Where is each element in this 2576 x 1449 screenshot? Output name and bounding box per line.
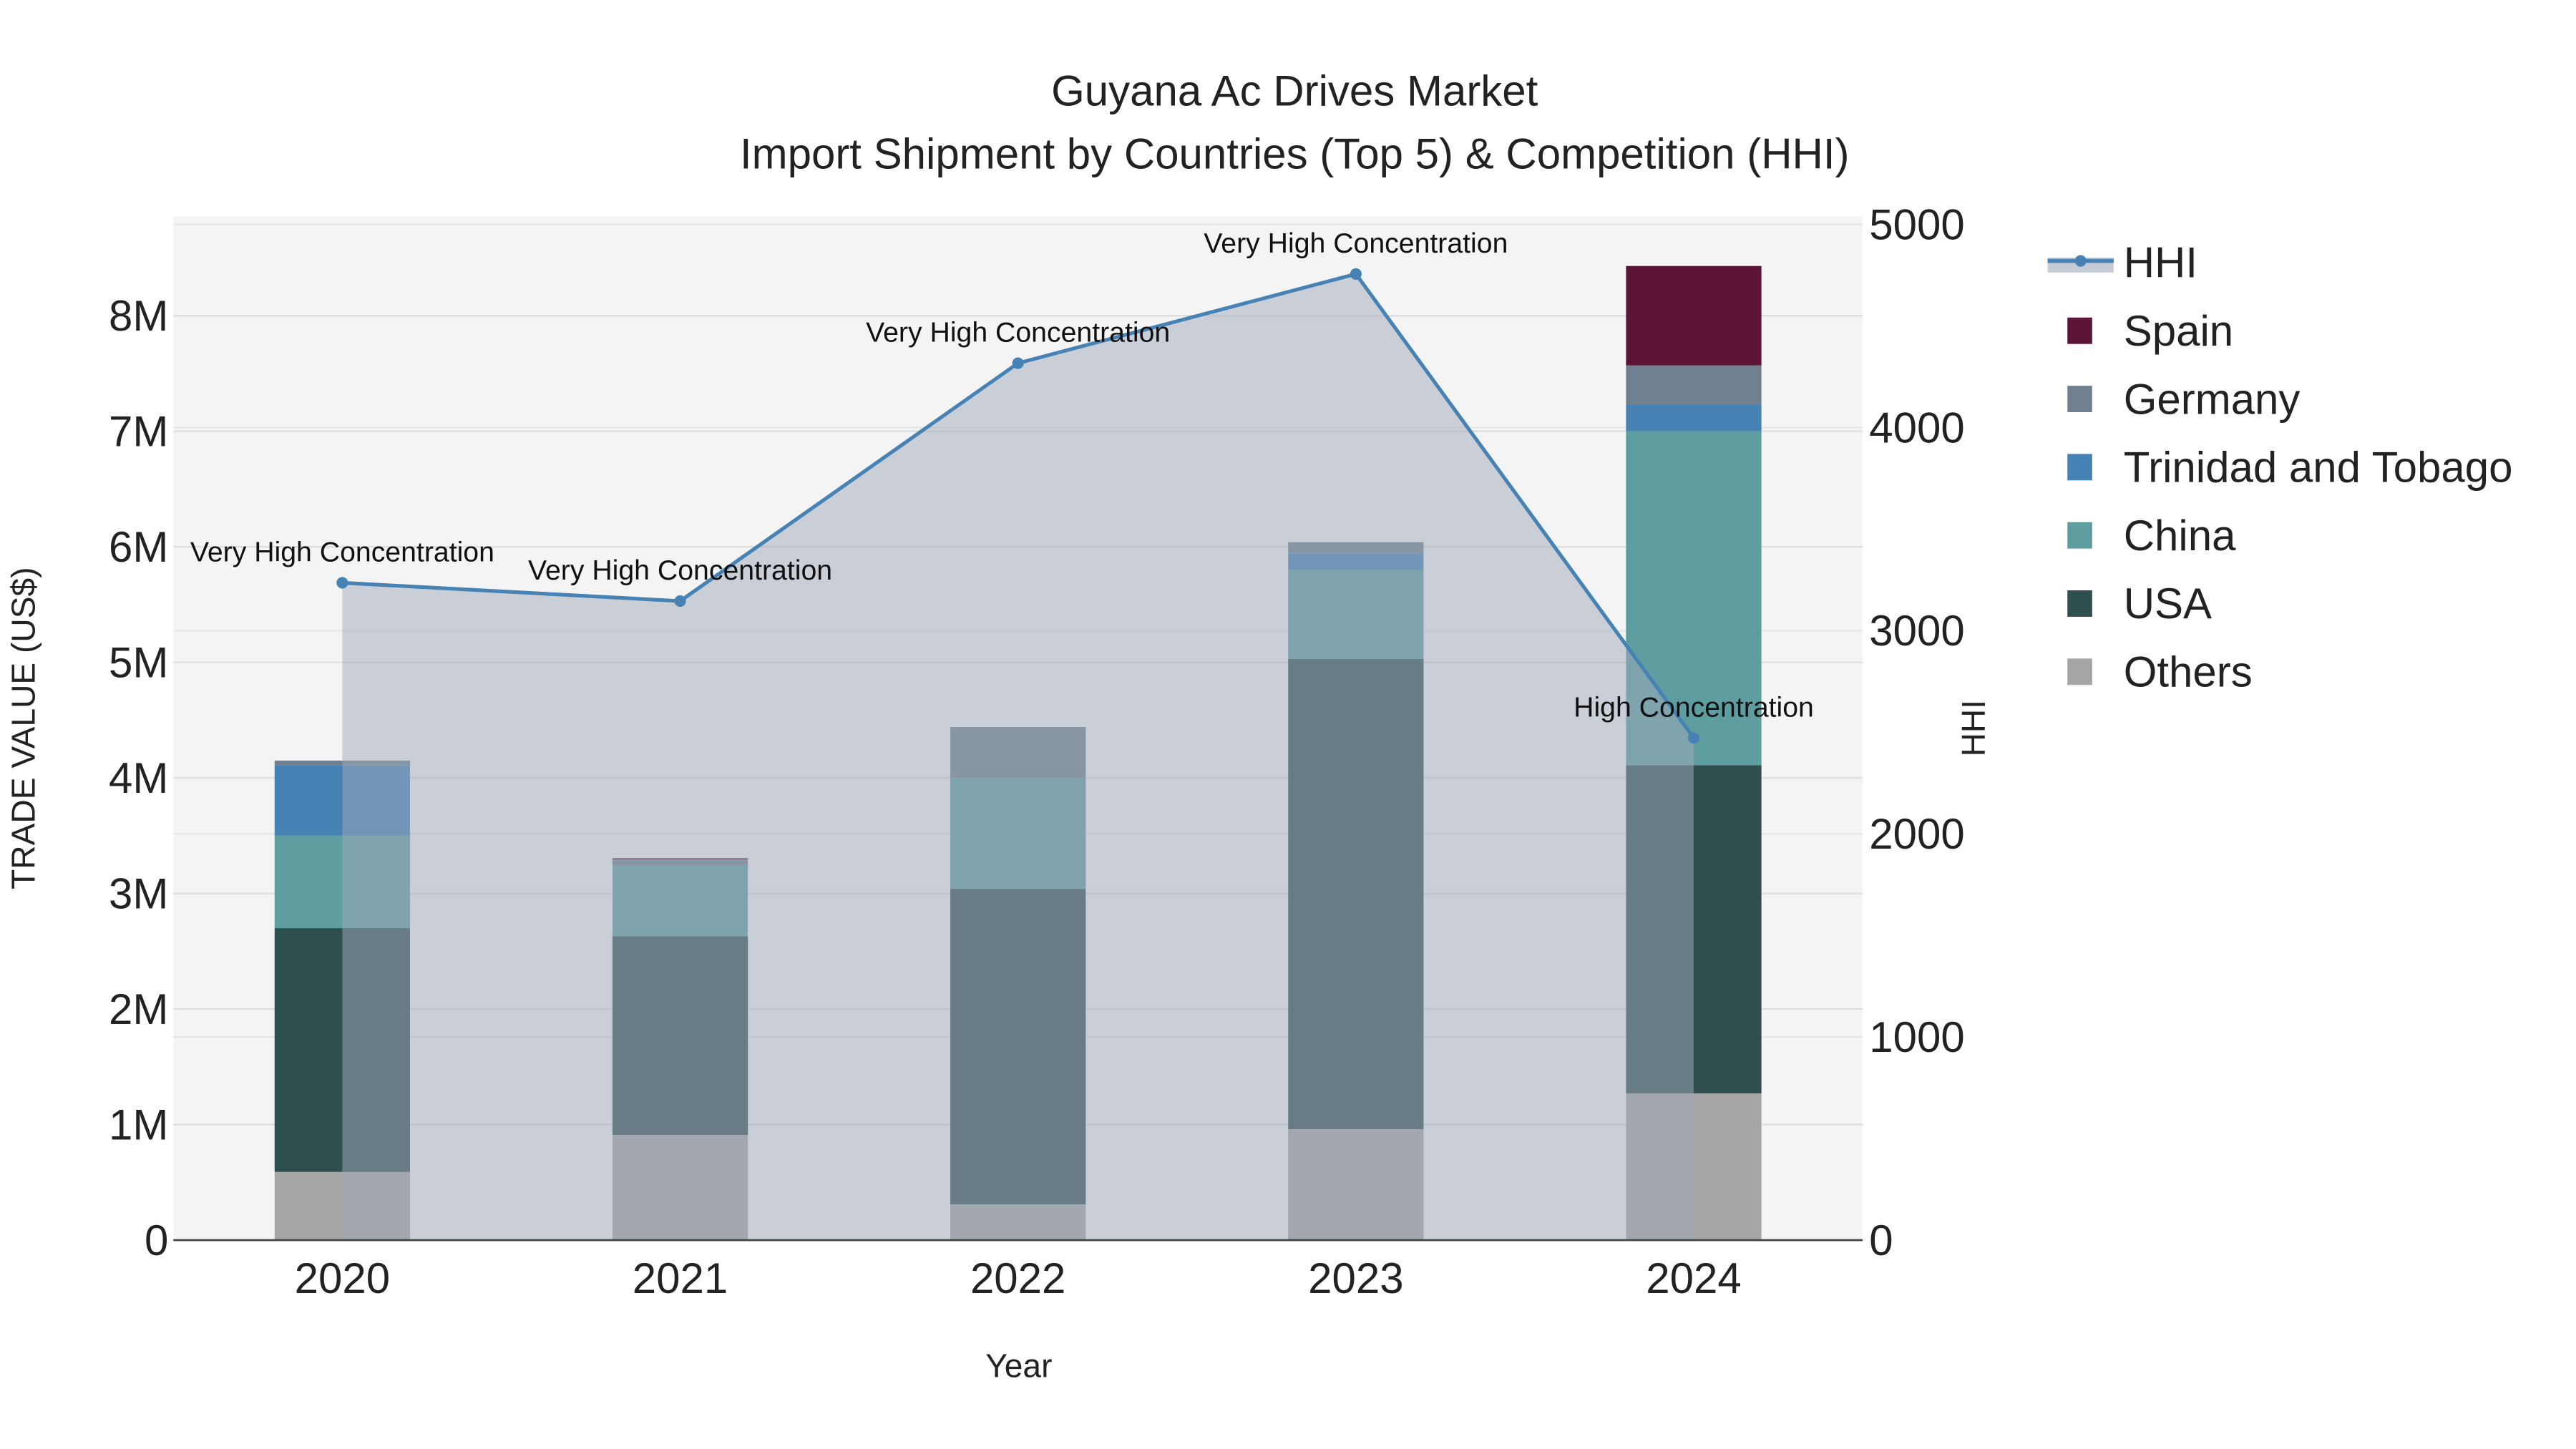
hhi-point-2021[interactable] (674, 595, 686, 608)
x-tick-label: 2021 (633, 1254, 728, 1302)
y2-tick-label: 5000 (1869, 200, 1964, 248)
y-tick-label: 3M (109, 869, 168, 917)
legend-swatch-trinidad-and-tobago (2067, 454, 2092, 481)
legend-swatch-china (2067, 522, 2092, 549)
y-tick-label: 0 (145, 1216, 168, 1264)
chart-subtitle: Import Shipment by Countries (Top 5) & C… (740, 130, 1850, 177)
hhi-annotation: Very High Concentration (1204, 228, 1508, 259)
hhi-point-2023[interactable] (1350, 268, 1362, 280)
x-axis-label: Year (985, 1347, 1052, 1385)
legend-swatch-germany (2067, 386, 2092, 412)
hhi-annotation: High Concentration (1574, 691, 1814, 723)
hhi-point-2024[interactable] (1687, 732, 1700, 744)
y-tick-label: 5M (109, 638, 168, 686)
y-tick-label: 2M (109, 985, 168, 1033)
legend-label-spain[interactable]: Spain (2124, 307, 2233, 355)
y-tick-label: 8M (109, 292, 168, 340)
chart: Guyana Ac Drives Market Import Shipment … (4, 67, 2513, 1385)
y-tick-label: 4M (109, 754, 168, 802)
y-axis-label: TRADE VALUE (US$) (4, 567, 42, 889)
chart-title: Guyana Ac Drives Market (1051, 67, 1538, 115)
bar-trinidad-and-tobago-2024[interactable] (1626, 404, 1762, 431)
y2-axis-label: HHI (1955, 700, 1992, 756)
x-tick-label: 2024 (1646, 1254, 1741, 1302)
hhi-annotation: Very High Concentration (866, 317, 1170, 348)
y2-tick-label: 3000 (1869, 607, 1964, 655)
bar-spain-2024[interactable] (1626, 265, 1762, 366)
hhi-point-2022[interactable] (1012, 357, 1024, 369)
y-tick-label: 7M (109, 407, 168, 455)
legend-label-usa[interactable]: USA (2124, 580, 2212, 628)
hhi-point-2020[interactable] (336, 577, 348, 589)
legend-swatch-usa (2067, 590, 2092, 617)
y2-tick-label: 4000 (1869, 404, 1964, 452)
bar-germany-2024[interactable] (1626, 365, 1762, 405)
hhi-annotation: Very High Concentration (190, 536, 494, 567)
x-tick-label: 2022 (970, 1254, 1065, 1302)
x-tick-label: 2020 (295, 1254, 390, 1302)
legend-label-hhi[interactable]: HHI (2124, 239, 2197, 287)
y2-tick-label: 1000 (1869, 1013, 1964, 1061)
legend-swatch-spain (2067, 317, 2092, 344)
y2-tick-label: 0 (1869, 1216, 1893, 1264)
legend-label-china[interactable]: China (2124, 512, 2236, 560)
y-tick-label: 1M (109, 1101, 168, 1148)
x-tick-label: 2023 (1308, 1254, 1403, 1302)
legend-swatch-others (2067, 658, 2092, 686)
legend-label-germany[interactable]: Germany (2124, 375, 2301, 423)
legend-hhi-marker (2074, 255, 2087, 267)
legend-label-others[interactable]: Others (2124, 648, 2253, 696)
y-tick-label: 6M (109, 523, 168, 571)
y2-tick-label: 2000 (1869, 810, 1964, 858)
hhi-annotation: Very High Concentration (528, 555, 832, 586)
legend-label-trinidad-and-tobago[interactable]: Trinidad and Tobago (2124, 444, 2513, 492)
